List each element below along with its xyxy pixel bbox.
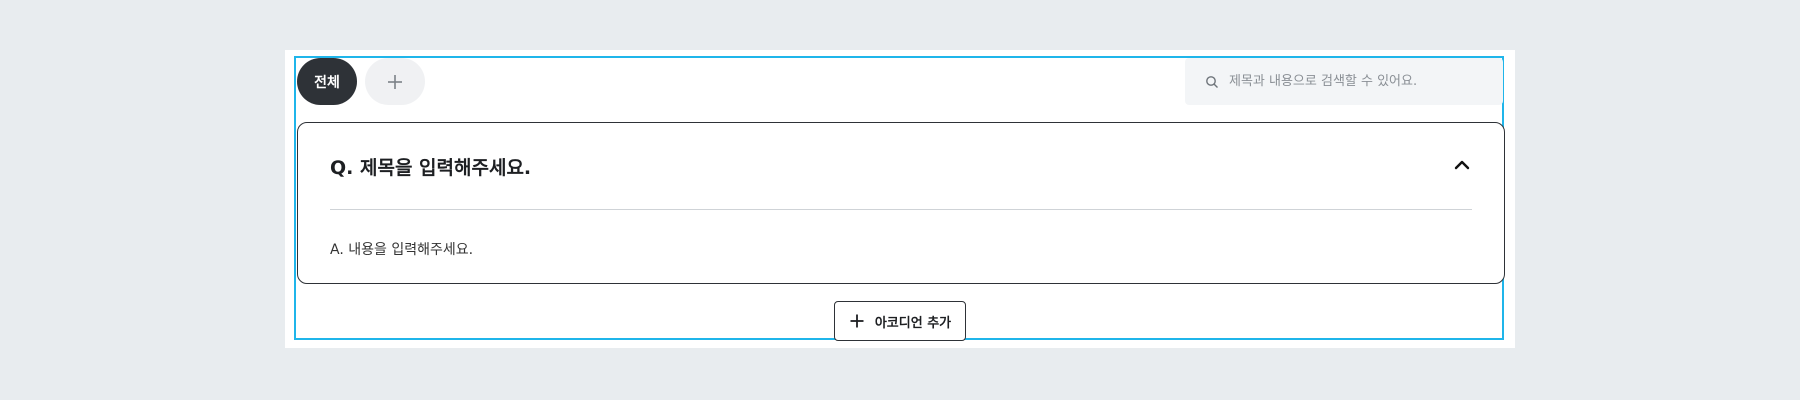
add-accordion-label: 아코디언 추가 [874, 315, 952, 331]
search-icon [1205, 75, 1219, 89]
accordion-title[interactable]: Q. 제목을 입력해주세요. [330, 153, 531, 180]
plus-icon [388, 74, 402, 89]
editor-canvas: 전체 Q. 제목을 입력해주세요. A. 내용을 입력해주세요. [285, 50, 1515, 348]
plus-icon [849, 313, 865, 329]
add-tab-button[interactable] [365, 58, 425, 105]
search-box[interactable] [1185, 58, 1503, 105]
accordion-body[interactable]: A. 내용을 입력해주세요. [330, 239, 473, 259]
accordion-divider [330, 209, 1472, 210]
accordion-toggle-button[interactable] [1448, 151, 1476, 179]
chevron-up-icon [1454, 160, 1470, 170]
tab-all[interactable]: 전체 [297, 58, 357, 105]
accordion-item: Q. 제목을 입력해주세요. A. 내용을 입력해주세요. [297, 122, 1505, 284]
add-accordion-button[interactable]: 아코디언 추가 [834, 301, 966, 341]
search-input[interactable] [1227, 73, 1491, 90]
tab-all-label: 전체 [314, 74, 340, 91]
